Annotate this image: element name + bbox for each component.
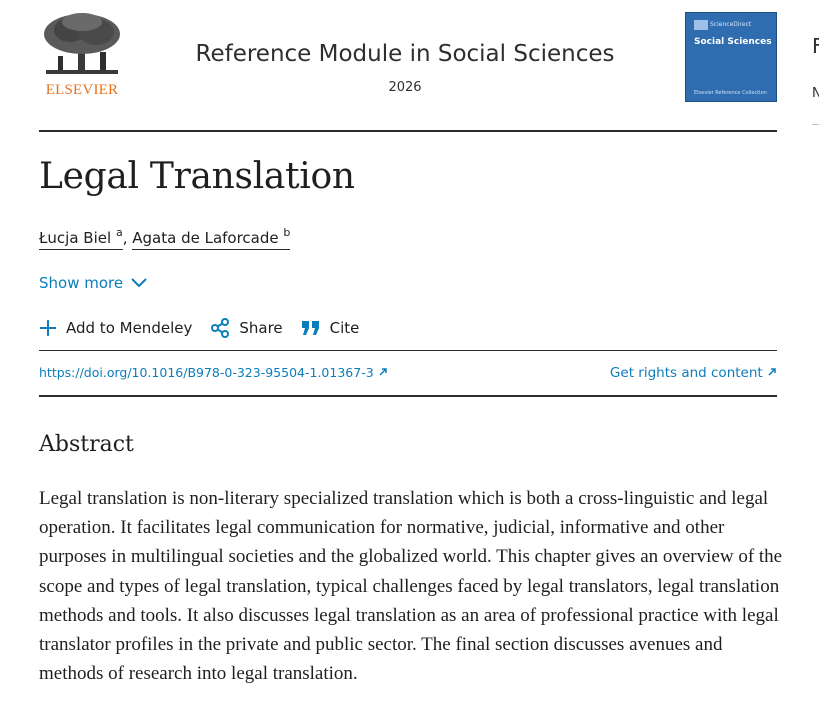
side-panel-divider (812, 124, 819, 125)
cover-publisher: ScienceDirect (710, 21, 752, 28)
external-link-icon (378, 365, 388, 380)
cite-button[interactable]: Cite (301, 319, 360, 337)
author-list: Łucja Biel a, Agata de Laforcade b (39, 226, 291, 250)
abstract-divider (39, 395, 777, 397)
doi-link[interactable]: https://doi.org/10.1016/B978-0-323-95504… (39, 365, 388, 380)
author-link[interactable]: Agata de Laforcade b (132, 226, 291, 250)
author-affiliation: b (283, 226, 291, 239)
author-name: Agata de Laforcade (132, 229, 279, 247)
add-to-mendeley-button[interactable]: Add to Mendeley (39, 319, 192, 337)
author-name: Łucja Biel (39, 229, 112, 247)
cover-title: Social Sciences (694, 37, 772, 47)
side-panel-text: N (812, 86, 819, 101)
external-link-icon (767, 365, 777, 381)
article-actions: Add to Mendeley Share Cite (39, 318, 377, 338)
elsevier-wordmark: ELSEVIER (45, 82, 119, 98)
get-rights-text: Get rights and content (609, 365, 763, 381)
journal-year: 2026 (388, 80, 422, 95)
show-more-label: Show more (39, 274, 124, 292)
share-label: Share (239, 319, 283, 337)
elsevier-tree-logo (44, 13, 120, 74)
quote-icon (301, 320, 321, 336)
share-icon (210, 318, 230, 338)
cover-collection: Elsevier Reference Collection (694, 90, 767, 96)
author-affiliation: a (115, 226, 123, 239)
author-link[interactable]: Łucja Biel a (39, 226, 123, 250)
abstract-text: Legal translation is non-literary specia… (39, 488, 783, 685)
get-rights-link[interactable]: Get rights and content (610, 365, 777, 381)
show-more-button[interactable]: Show more (39, 274, 147, 292)
abstract-heading: Abstract (39, 432, 134, 457)
cite-label: Cite (329, 319, 360, 337)
doi-link-text: https://doi.org/10.1016/B978-0-323-95504… (39, 365, 374, 380)
plus-icon (39, 319, 57, 337)
chevron-down-icon (131, 274, 147, 292)
article-title: Legal Translation (39, 156, 355, 197)
side-panel-heading: F (812, 34, 819, 58)
share-button[interactable]: Share (210, 318, 283, 338)
elsevier-logo[interactable]: ELSEVIER (40, 12, 124, 102)
doi-divider (39, 350, 777, 351)
journal-cover[interactable]: ScienceDirect Social Sciences Elsevier R… (685, 12, 777, 102)
add-to-mendeley-label: Add to Mendeley (66, 319, 193, 337)
cover-badge (694, 20, 708, 30)
journal-title[interactable]: Reference Module in Social Sciences (160, 41, 650, 67)
header-divider (39, 130, 777, 132)
